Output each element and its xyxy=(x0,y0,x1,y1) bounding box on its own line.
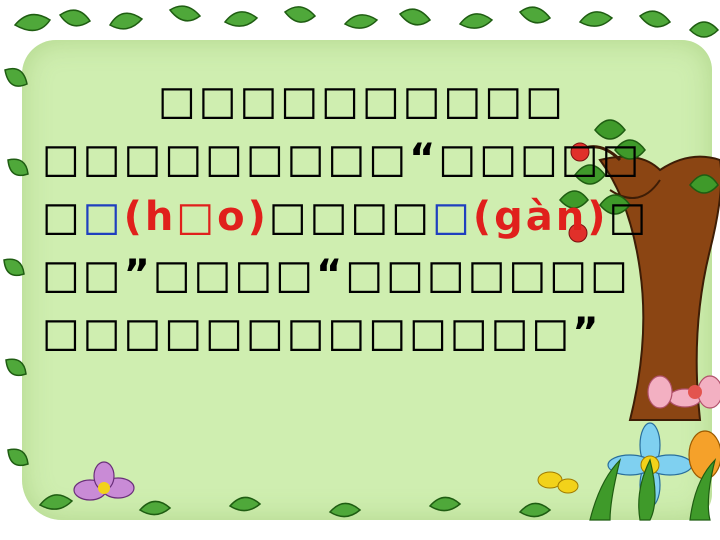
pinyin-annotation: (gàn) xyxy=(472,194,609,240)
pinyin-annotation: (h xyxy=(123,194,177,240)
small-flower-icon xyxy=(73,461,579,501)
pinyin-annotation-end: o) xyxy=(217,194,269,240)
highlight-char: □ xyxy=(432,194,473,240)
body-text: □□□□□□□□□□ □□□□□□□□□“□□□□□ □□(h□o)□□□□□(… xyxy=(42,72,646,362)
flower-cluster-icon xyxy=(589,375,720,521)
highlight-char: □ xyxy=(82,194,124,240)
text-line-3: □□(h□o)□□□□□(gàn)□ xyxy=(42,188,646,246)
text-line-4: □□”□□□□“□□□□□□□ xyxy=(42,252,631,298)
text-segment: □ xyxy=(42,194,83,240)
text-line-1: □□□□□□□□□□ xyxy=(158,78,566,124)
slide: □□□□□□□□□□ □□□□□□□□□“□□□□□ □□(h□o)□□□□□(… xyxy=(0,0,720,540)
text-segment: □ xyxy=(608,194,650,240)
text-line-2: □□□□□□□□□“□□□□□ xyxy=(42,136,643,182)
text-line-5: □□□□□□□□□□□□□” xyxy=(42,310,602,356)
text-segment: □□□□ xyxy=(268,194,433,240)
pinyin-annotation-char: □ xyxy=(176,194,218,240)
